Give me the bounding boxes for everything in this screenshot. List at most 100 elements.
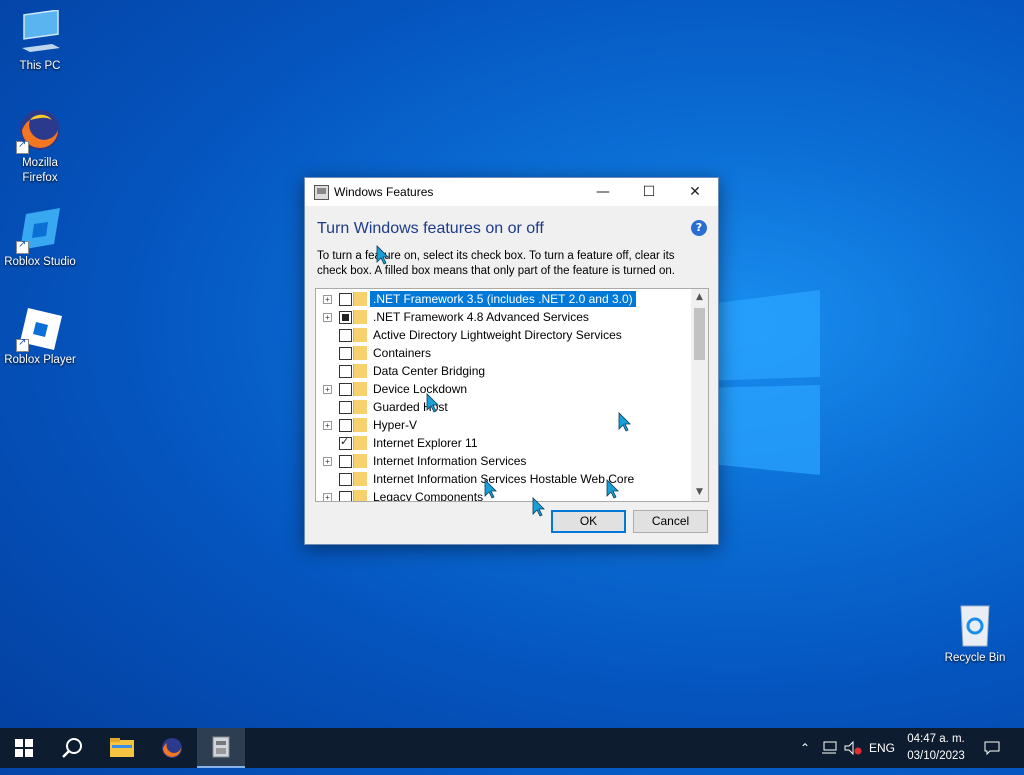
expand-plus-icon[interactable]: + [323,421,332,430]
dialog-title: Windows Features [334,185,434,199]
folder-icon [353,418,367,432]
folder-icon [353,382,367,396]
cancel-button[interactable]: Cancel [633,510,708,533]
feature-row[interactable]: + .NET Framework 4.8 Advanced Services [316,308,690,326]
feature-row[interactable]: + Internet Information Services [316,452,690,470]
start-button[interactable] [0,728,48,768]
feature-row[interactable]: + Device Lockdown [316,380,690,398]
action-center-notification-icon[interactable] [978,728,1006,768]
feature-row[interactable]: Guarded Host [316,398,690,416]
recycle-bin-icon [951,602,999,650]
desktop-icon-recycle-bin[interactable]: Recycle Bin [935,602,1015,664]
desktop-icon-roblox-player[interactable]: Roblox Player [0,304,80,366]
roblox-player-icon [16,304,64,352]
feature-label: Internet Information Services Hostable W… [373,472,635,486]
taskbar-windows-features[interactable] [197,728,245,768]
folder-icon [353,346,367,360]
expand-plus-icon[interactable]: + [323,493,332,501]
feature-checkbox[interactable] [339,401,352,414]
folder-icon [353,328,367,342]
dialog-heading: Turn Windows features on or off [317,220,544,237]
feature-checkbox[interactable] [339,491,352,501]
search-icon [62,738,82,758]
feature-label: Legacy Components [373,490,484,502]
feature-row[interactable]: Internet Information Services Hostable W… [316,470,690,488]
feature-checkbox[interactable] [339,329,352,342]
desktop-icon-label: Recycle Bin [944,652,1006,664]
feature-label: .NET Framework 4.8 Advanced Services [373,310,589,324]
scroll-up-icon[interactable]: ▲ [691,289,708,306]
expand-plus-icon[interactable]: + [323,385,332,394]
features-tree[interactable]: + .NET Framework 3.5 (includes .NET 2.0 a… [315,288,709,502]
computer-icon [16,9,64,58]
feature-row[interactable]: + Legacy Components [316,488,690,502]
desktop-icon-label: Roblox Player [4,354,76,366]
desktop-icon-label: This PC [19,60,61,72]
feature-row[interactable]: Active Directory Lightweight Directory S… [316,326,690,344]
desktop-icon-firefox[interactable]: Mozilla Firefox [0,106,80,186]
folder-icon [353,490,367,501]
folder-icon [353,310,367,324]
feature-row[interactable]: Internet Explorer 11 [316,434,690,452]
roblox-studio-icon [16,206,64,254]
clock[interactable]: 04:47 a. m. 03/10/2023 [898,731,974,765]
windows-features-dialog: Windows Features — ☐ ✕ Turn Windows feat… [304,177,719,545]
shortcut-arrow-icon [16,239,29,254]
ok-button[interactable]: OK [551,510,626,533]
desktop-icon-this-pc[interactable]: This PC [0,9,80,72]
taskbar-file-explorer[interactable] [98,728,146,768]
dialog-description: To turn a feature on, select its check b… [317,250,675,277]
volume-muted-icon[interactable] [842,728,864,768]
minimize-button[interactable]: — [580,178,626,206]
expand-plus-icon[interactable]: + [323,295,332,304]
clock-time: 04:47 a. m. [907,733,965,745]
feature-checkbox[interactable] [339,435,352,450]
feature-label: .NET Framework 3.5 (includes .NET 2.0 an… [370,291,636,307]
feature-checkbox[interactable] [339,311,352,324]
feature-checkbox[interactable] [339,473,352,486]
feature-checkbox[interactable] [339,455,352,468]
close-button[interactable]: ✕ [672,178,718,206]
scroll-down-icon[interactable]: ▼ [691,484,708,501]
feature-checkbox[interactable] [339,293,352,306]
firefox-icon [162,738,182,758]
feature-checkbox[interactable] [339,347,352,360]
help-icon[interactable]: ? [691,220,707,236]
dialog-content: Turn Windows features on or off ? To tur… [305,206,718,544]
feature-label: Active Directory Lightweight Directory S… [373,328,622,342]
folder-icon [353,454,367,468]
title-bar[interactable]: Windows Features — ☐ ✕ [305,178,718,206]
feature-checkbox[interactable] [339,419,352,432]
scroll-thumb[interactable] [694,308,705,360]
feature-row[interactable]: Data Center Bridging [316,362,690,380]
folder-icon [353,436,367,450]
feature-label: Internet Explorer 11 [373,436,478,450]
clock-date: 03/10/2023 [907,750,965,762]
desktop-icon-roblox-studio[interactable]: Roblox Studio [0,206,80,268]
language-indicator[interactable]: ENG [866,728,898,768]
feature-row[interactable]: + Hyper-V [316,416,690,434]
feature-label: Hyper-V [373,418,418,432]
maximize-button[interactable]: ☐ [626,178,672,206]
show-hidden-icons-chevron-up-icon[interactable]: ⌃ [795,728,815,768]
feature-checkbox[interactable] [339,383,352,396]
windows-features-icon [314,185,329,200]
feature-checkbox[interactable] [339,365,352,378]
expand-plus-icon[interactable]: + [323,313,332,322]
network-icon[interactable] [818,728,840,768]
search-button[interactable] [48,728,96,768]
folder-icon [353,400,367,414]
shortcut-arrow-icon [16,139,29,154]
feature-row[interactable]: + .NET Framework 3.5 (includes .NET 2.0 a… [316,290,690,308]
feature-row[interactable]: Containers [316,344,690,362]
vertical-scrollbar[interactable]: ▲ ▼ [691,289,708,501]
firefox-icon [16,106,64,154]
shortcut-arrow-icon [16,337,29,352]
feature-label: Data Center Bridging [373,364,486,378]
windows-start-icon [15,739,33,757]
taskbar-firefox[interactable] [148,728,196,768]
feature-label: Containers [373,346,432,360]
folder-icon [353,292,367,306]
expand-plus-icon[interactable]: + [323,457,332,466]
feature-label: Internet Information Services [373,454,527,468]
